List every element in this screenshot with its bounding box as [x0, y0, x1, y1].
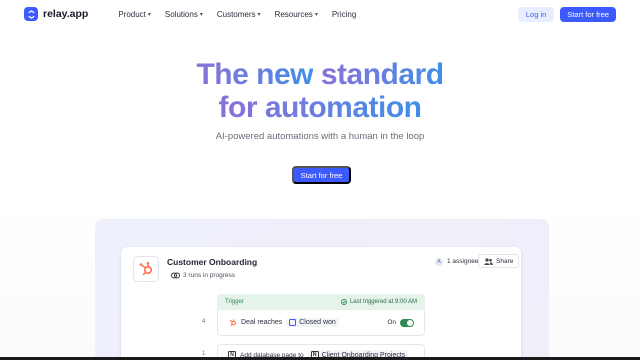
chevron-down-icon: ▾ [147, 11, 151, 18]
trigger-step[interactable]: Deal reaches Closed won On [217, 310, 425, 336]
last-triggered-text: Last triggered at 9:00 AM [349, 299, 417, 305]
chevron-down-icon: ▾ [199, 11, 203, 18]
hero-title: The new standard for automation [0, 58, 640, 124]
trigger-toggle[interactable]: On [387, 318, 414, 327]
menu-item-solutions[interactable]: Solutions ▾ [165, 10, 203, 19]
share-button[interactable]: Share [478, 254, 520, 268]
chevron-down-icon: ▾ [257, 11, 261, 18]
hero-title-part: standard [320, 58, 444, 91]
clock-check-icon [341, 299, 347, 305]
relay-logo-icon [24, 7, 38, 21]
trigger-text: Deal reaches [241, 319, 283, 326]
workflow-title: Customer Onboarding [167, 257, 258, 267]
menu-item-label: Customers [216, 9, 256, 19]
menu-item-resources[interactable]: Resources ▾ [275, 10, 318, 19]
menu-item-label: Pricing [331, 9, 357, 19]
menu-item-pricing[interactable]: Pricing [332, 10, 356, 19]
login-button[interactable]: Log in [517, 6, 555, 22]
assignee-button[interactable]: A 1 assignee [430, 255, 483, 268]
toggle-label: On [387, 319, 396, 326]
hero-title-line2: for automation [218, 91, 423, 124]
runs-icon [171, 272, 180, 279]
chevron-down-icon: ▾ [314, 11, 318, 18]
last-triggered: Last triggered at 9:00 AM [341, 299, 417, 305]
deal-stage-icon [289, 319, 297, 326]
trigger-label: Trigger [225, 299, 244, 305]
main-menu: Product ▾ Solutions ▾ Customers ▾ Resources… [118, 10, 356, 19]
assignee-label: 1 assignee [447, 258, 479, 265]
menu-item-label: Solutions [164, 9, 198, 19]
hero-subtitle: AI-powered automations with a human in t… [215, 131, 425, 142]
runs-status: 3 runs in progress [171, 272, 235, 279]
trigger-header: Trigger Last triggered at 9:00 AM [217, 294, 425, 310]
menu-item-label: Product [118, 9, 146, 19]
runs-label: 3 runs in progress [183, 272, 236, 279]
avatar: A [435, 257, 443, 266]
toggle-switch[interactable] [400, 318, 414, 327]
top-nav: relay.app Product ▾ Solutions ▾ Customers ▾… [0, 0, 640, 28]
hero-title-part: The new [196, 58, 313, 91]
menu-item-product[interactable]: Product ▾ [118, 10, 151, 19]
stage-pill-label: Closed won [299, 319, 336, 326]
hubspot-logo [133, 256, 159, 282]
start-free-hero-button[interactable]: Start for free [292, 166, 351, 184]
menu-item-label: Resources [274, 9, 313, 19]
hubspot-icon [139, 261, 153, 276]
share-label: Share [496, 257, 514, 265]
hubspot-icon [229, 319, 236, 327]
users-icon [484, 257, 493, 265]
logo[interactable]: relay.app [24, 7, 88, 21]
logo-text: relay.app [43, 8, 89, 20]
nav-actions: Log in Start for free [517, 6, 616, 22]
start-free-nav-button[interactable]: Start for free [560, 6, 616, 22]
stage-pill[interactable]: Closed won [286, 318, 339, 327]
step-number: 4 [202, 319, 206, 325]
menu-item-customers[interactable]: Customers ▾ [217, 10, 261, 19]
